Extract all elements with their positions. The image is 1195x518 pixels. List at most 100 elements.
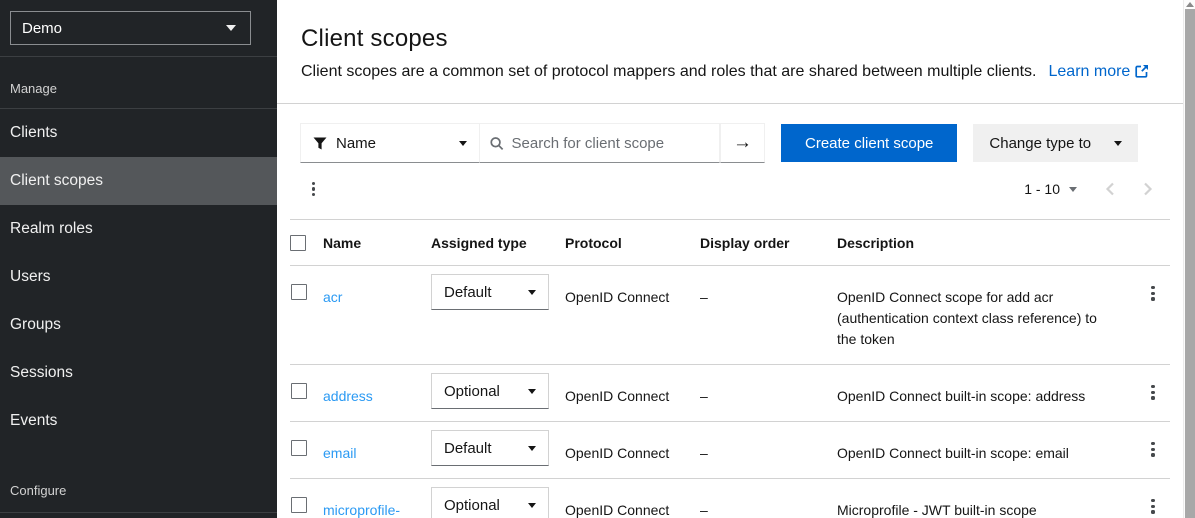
row-kebab-button[interactable] xyxy=(1136,436,1170,463)
page-header: Client scopes Client scopes are a common… xyxy=(277,0,1183,104)
chevron-down-icon xyxy=(1069,187,1077,192)
scrollbar-thumb[interactable] xyxy=(1185,9,1195,518)
sidebar-item-label: Users xyxy=(10,268,50,286)
column-header-display-order: Display order xyxy=(700,220,837,265)
main-content: Client scopes Client scopes are a common… xyxy=(277,0,1183,518)
assigned-type-value: Optional xyxy=(444,497,500,514)
chevron-down-icon xyxy=(528,389,536,394)
chevron-down-icon xyxy=(528,446,536,451)
sidebar-item-label: Realm roles xyxy=(10,220,93,238)
change-type-dropdown[interactable]: Change type to xyxy=(973,124,1138,162)
row-checkbox[interactable] xyxy=(291,440,307,456)
description-cell: OpenID Connect built-in scope: address xyxy=(837,365,1122,421)
assigned-type-select[interactable]: Default xyxy=(431,430,549,466)
sidebar-item-label: Events xyxy=(10,412,57,430)
learn-more-label: Learn more xyxy=(1049,63,1131,80)
table-toolbar: Name → Create client scope Change type t… xyxy=(300,123,1160,163)
sidebar-item-events[interactable]: Events xyxy=(0,397,277,445)
table-row: acr Default OpenID Connect – OpenID Conn… xyxy=(290,266,1170,365)
pagination-range-dropdown[interactable]: 1 - 10 xyxy=(1024,181,1077,197)
pagination-prev-button[interactable] xyxy=(1105,182,1115,196)
chevron-down-icon xyxy=(459,141,467,146)
sidebar-item-realm-roles[interactable]: Realm roles xyxy=(0,205,277,253)
description-cell: Microprofile - JWT built-in scope xyxy=(837,479,1122,518)
table-row: address Optional OpenID Connect – OpenID… xyxy=(290,365,1170,422)
row-kebab-button[interactable] xyxy=(1136,493,1170,518)
display-order-cell: – xyxy=(700,365,837,421)
sidebar-item-label: Groups xyxy=(10,316,61,334)
protocol-cell: OpenID Connect xyxy=(565,479,700,518)
sidebar-item-label: Sessions xyxy=(10,364,73,382)
display-order-cell: – xyxy=(700,479,837,518)
chevron-down-icon xyxy=(528,503,536,508)
learn-more-link[interactable]: Learn more xyxy=(1049,63,1150,80)
scope-name-link[interactable]: microprofile-jwt xyxy=(323,500,415,518)
scope-name-link[interactable]: email xyxy=(323,443,356,464)
description-cell: OpenID Connect built-in scope: email xyxy=(837,422,1122,478)
page-description-text: Client scopes are a common set of protoc… xyxy=(301,63,1037,80)
realm-selector-block: Demo xyxy=(0,0,277,57)
table-row: email Default OpenID Connect – OpenID Co… xyxy=(290,422,1170,479)
row-checkbox[interactable] xyxy=(291,383,307,399)
column-header-protocol: Protocol xyxy=(565,220,700,265)
chevron-down-icon xyxy=(528,290,536,295)
sidebar-item-sessions[interactable]: Sessions xyxy=(0,349,277,397)
table-toolbar-secondary: 1 - 10 xyxy=(300,171,1153,207)
row-kebab-button[interactable] xyxy=(1136,379,1170,406)
bulk-actions-kebab-button[interactable] xyxy=(300,176,327,203)
search-filter-group: Name → xyxy=(300,123,765,163)
filter-type-label: Name xyxy=(336,135,459,152)
search-input[interactable] xyxy=(512,135,709,152)
page-description: Client scopes are a common set of protoc… xyxy=(301,63,1159,81)
chevron-left-icon xyxy=(1105,182,1115,196)
assigned-type-value: Default xyxy=(444,284,492,301)
filter-type-dropdown[interactable]: Name xyxy=(300,123,480,163)
filter-icon xyxy=(313,137,327,150)
row-checkbox[interactable] xyxy=(291,497,307,513)
nav-section-label-manage: Manage xyxy=(0,57,277,109)
sidebar-item-clients[interactable]: Clients xyxy=(0,109,277,157)
scroll-up-arrow-icon[interactable] xyxy=(1186,2,1194,7)
create-client-scope-button[interactable]: Create client scope xyxy=(781,124,957,162)
sidebar-item-client-scopes[interactable]: Client scopes xyxy=(0,157,277,205)
realm-selector-dropdown[interactable]: Demo xyxy=(10,11,251,45)
display-order-cell: – xyxy=(700,422,837,478)
description-cell: OpenID Connect scope for add acr (authen… xyxy=(837,266,1122,364)
table-header-row: Name Assigned type Protocol Display orde… xyxy=(290,219,1170,266)
assigned-type-select[interactable]: Optional xyxy=(431,487,549,518)
sidebar-item-label: Clients xyxy=(10,124,57,142)
sidebar-item-label: Client scopes xyxy=(10,172,103,190)
select-all-checkbox[interactable] xyxy=(290,235,306,251)
pagination-next-button[interactable] xyxy=(1143,182,1153,196)
search-submit-button[interactable]: → xyxy=(720,123,765,163)
realm-name: Demo xyxy=(22,20,62,37)
table-row: microprofile-jwt Optional OpenID Connect… xyxy=(290,479,1170,518)
assigned-type-value: Default xyxy=(444,440,492,457)
row-checkbox[interactable] xyxy=(291,284,307,300)
chevron-down-icon xyxy=(226,25,236,31)
vertical-scrollbar[interactable] xyxy=(1183,0,1195,518)
search-icon xyxy=(490,136,504,151)
protocol-cell: OpenID Connect xyxy=(565,422,700,478)
display-order-cell: – xyxy=(700,266,837,322)
sidebar-item-groups[interactable]: Groups xyxy=(0,301,277,349)
sidebar-item-users[interactable]: Users xyxy=(0,253,277,301)
scope-name-link[interactable]: address xyxy=(323,386,373,407)
row-kebab-button[interactable] xyxy=(1136,280,1170,307)
column-header-name: Name xyxy=(323,220,431,265)
sidebar: Demo Manage Clients Client scopes Realm … xyxy=(0,0,277,518)
protocol-cell: OpenID Connect xyxy=(565,365,700,421)
assigned-type-value: Optional xyxy=(444,383,500,400)
search-box xyxy=(480,123,720,163)
chevron-down-icon xyxy=(1114,141,1122,146)
nav-section-label-configure: Configure xyxy=(0,459,277,513)
pagination-range-label: 1 - 10 xyxy=(1024,181,1060,197)
scope-name-link[interactable]: acr xyxy=(323,287,342,308)
column-header-description: Description xyxy=(837,220,1122,265)
assigned-type-select[interactable]: Optional xyxy=(431,373,549,409)
assigned-type-select[interactable]: Default xyxy=(431,274,549,310)
page-title: Client scopes xyxy=(301,25,1159,53)
pagination: 1 - 10 xyxy=(1024,181,1153,197)
keycloak-admin-console: Demo Manage Clients Client scopes Realm … xyxy=(0,0,1195,518)
change-type-label: Change type to xyxy=(989,135,1091,152)
